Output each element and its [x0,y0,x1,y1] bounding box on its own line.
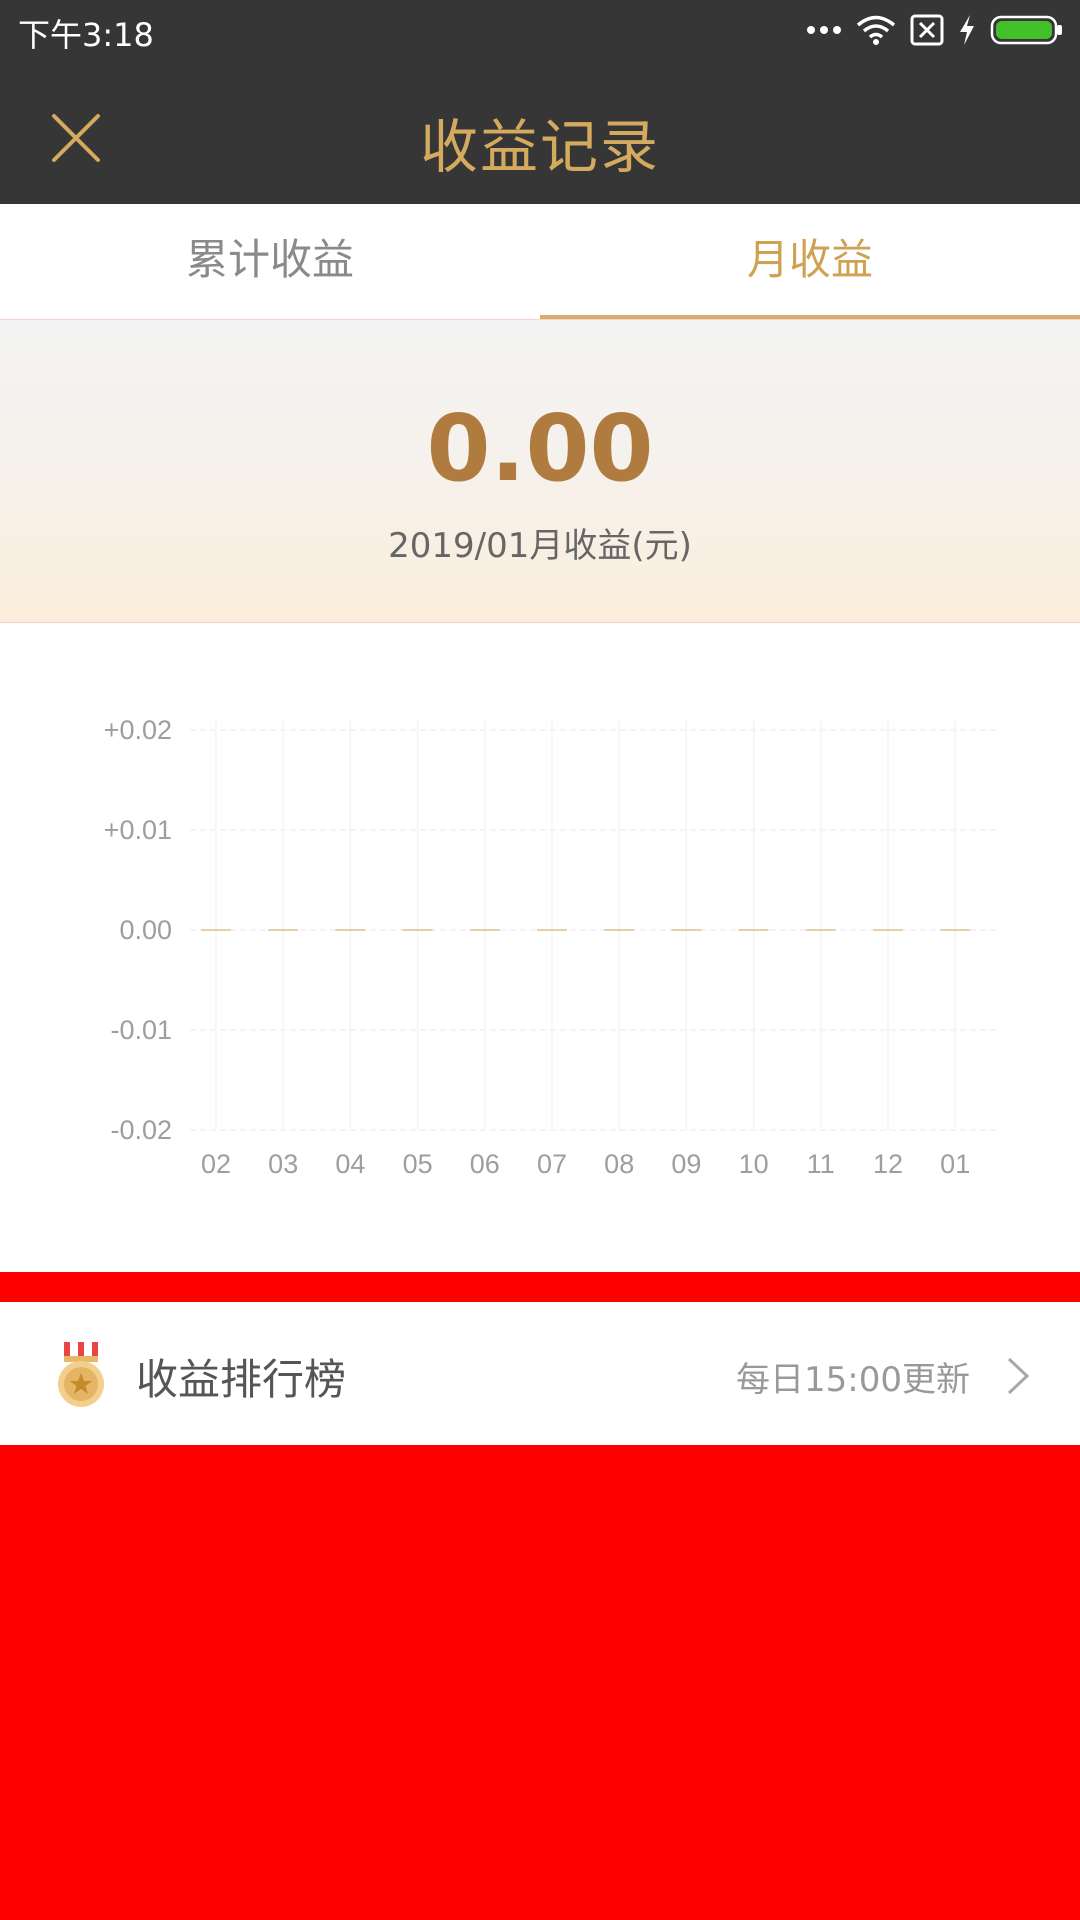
x-tick-label: 04 [335,1149,365,1179]
x-tick-label: 12 [873,1149,903,1179]
bar [738,929,769,931]
page-title: 收益记录 [419,113,660,181]
wifi-icon [856,15,896,45]
header-bar: 收益记录 [0,60,1080,204]
bar [671,929,702,931]
earnings-amount: 0.00 [426,395,654,502]
tab-cumulative-earnings[interactable]: 累计收益 [0,204,540,319]
bar [469,929,500,931]
sim-off-icon [910,14,944,46]
x-tick-label: 07 [537,1149,567,1179]
earnings-ranking-row[interactable]: 收益排行榜 每日15:00更新 [0,1302,1080,1445]
status-time: 下午3:18 [18,16,154,54]
bar [873,929,903,931]
status-icons [806,12,1064,48]
bar [604,929,635,931]
y-tick-label: +0.02 [104,715,172,745]
bar [402,929,433,931]
bar [268,929,299,931]
bar [940,929,971,931]
ranking-update-note: 每日15:00更新 [736,1360,970,1400]
tab-bar: 累计收益 月收益 [0,204,1080,320]
x-tick-label: 10 [739,1149,769,1179]
y-tick-label: 0.00 [119,915,172,945]
earnings-summary: 0.00 2019/01月收益(元) [0,320,1080,623]
earnings-amount-label: 2019/01月收益(元) [388,526,692,566]
bar [537,929,567,931]
charging-bolt-icon [960,15,974,45]
more-dots-icon [807,26,841,34]
bar [201,929,231,931]
x-tick-label: 02 [201,1149,231,1179]
x-tick-label: 05 [403,1149,433,1179]
x-tick-label: 09 [671,1149,701,1179]
ranking-title: 收益排行榜 [136,1355,347,1404]
monthly-earnings-chart: +0.02 +0.01 0.00 -0.01 -0.02 02 03 04 05 06 07 08 09… [0,623,1080,1272]
active-tab-indicator [540,315,1080,319]
bar [805,929,836,931]
y-tick-label: -0.01 [110,1015,172,1045]
y-tick-label: +0.01 [104,815,172,845]
battery-icon [990,15,1062,45]
y-tick-label: -0.02 [110,1115,172,1145]
x-tick-label: 03 [268,1149,298,1179]
x-tick-label: 01 [940,1149,970,1179]
medal-icon [58,1342,104,1407]
tab-monthly-earnings[interactable]: 月收益 [540,204,1080,319]
status-bar: 下午3:18 [0,0,1080,60]
x-tick-label: 11 [807,1149,835,1179]
chart-svg: +0.02 +0.01 0.00 -0.01 -0.02 02 03 04 05 06 07 08 09… [104,715,1000,1179]
bar [335,929,366,931]
chevron-right-icon [1007,1357,1030,1395]
x-tick-label: 08 [604,1149,634,1179]
x-tick-label: 06 [470,1149,500,1179]
